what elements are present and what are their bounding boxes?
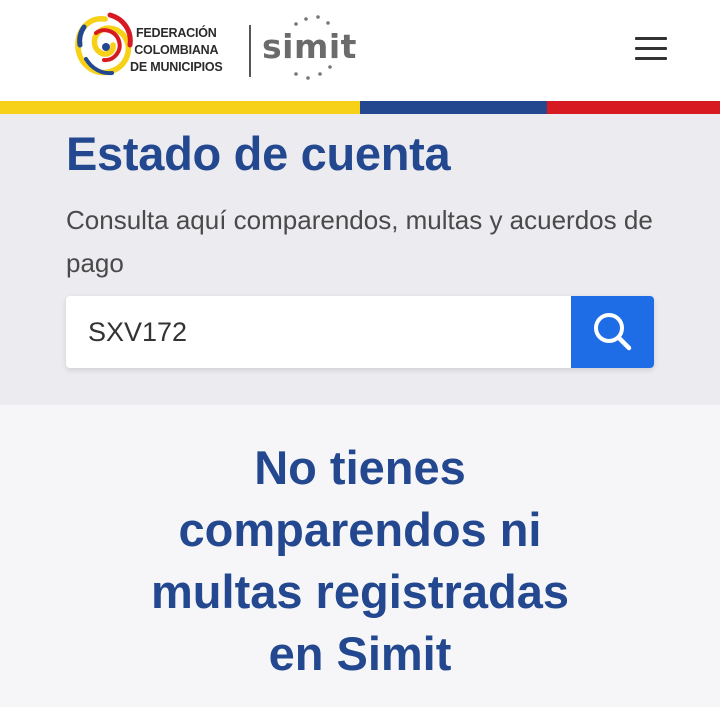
fcm-swirl-logo-icon: [75, 12, 133, 76]
menu-button[interactable]: [630, 34, 672, 64]
hamburger-menu-icon: [635, 57, 667, 60]
logo-divider: [249, 25, 251, 77]
message-line: multas registradas: [151, 565, 569, 618]
flag-stripe-blue: [360, 101, 547, 114]
no-fines-message: No tienes comparendos ni multas registra…: [60, 437, 660, 685]
message-line: comparendos ni: [178, 503, 542, 556]
fcm-name: FEDERACIÓN COLOMBIANA DE MUNICIPIOS: [130, 25, 223, 76]
message-line: No tienes: [254, 441, 466, 494]
fcm-simit-logo[interactable]: FEDERACIÓN COLOMBIANA DE MUNICIPIOS simi…: [74, 11, 356, 87]
page-title: Estado de cuenta: [66, 127, 451, 180]
search-form: [66, 296, 654, 368]
search-icon: [594, 313, 632, 351]
flag-stripe-red: [547, 101, 720, 114]
flag-stripe-yellow: [0, 101, 360, 114]
logo-line: COLOMBIANA: [134, 43, 219, 57]
page-subtitle: Consulta aquí comparendos, multas y acue…: [66, 205, 653, 278]
hamburger-menu-icon: [635, 37, 667, 40]
hamburger-menu-icon: [635, 47, 667, 50]
message-line: en Simit: [268, 627, 452, 680]
plate-search-input[interactable]: [66, 296, 571, 368]
search-button[interactable]: [571, 296, 654, 368]
site-header: FEDERACIÓN COLOMBIANA DE MUNICIPIOS simi…: [0, 0, 720, 101]
search-result: No tienes comparendos ni multas registra…: [0, 405, 720, 707]
account-status-section: Estado de cuenta Consulta aquí comparend…: [0, 114, 720, 405]
logo-line: FEDERACIÓN: [135, 26, 217, 40]
logo-line: DE MUNICIPIOS: [130, 60, 223, 74]
simit-stars-icon: [294, 15, 332, 80]
